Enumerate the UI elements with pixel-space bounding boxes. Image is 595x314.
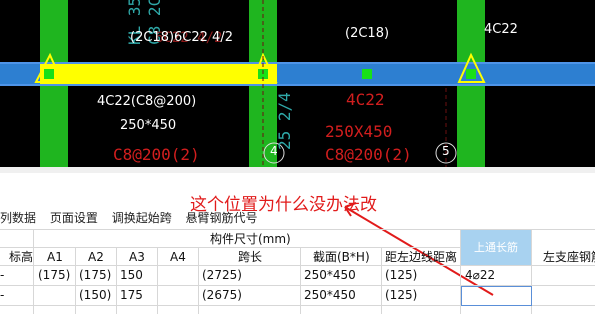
- mid-stirrup-label: C8@200(2): [325, 145, 412, 164]
- header-elevation: 标高: [8, 250, 33, 264]
- rotated-text-mid: 25 2/4: [275, 92, 294, 150]
- cell-elevation[interactable]: -: [0, 285, 4, 305]
- axis-label-5: 5: [442, 144, 450, 158]
- table-toolbar: 列数据 页面设置 调换起始跨 悬臂钢筋代号: [0, 209, 268, 229]
- cell-left-distance[interactable]: (125): [385, 285, 417, 305]
- grid-line: [157, 247, 158, 314]
- grid-line: [198, 247, 199, 314]
- grip-point-4[interactable]: [466, 69, 476, 79]
- mid-section-label: 250X450: [325, 122, 393, 141]
- cell-a2[interactable]: (150): [79, 285, 111, 305]
- header-a1: A1: [47, 250, 63, 264]
- header-left-support-bar: 左支座钢筋: [543, 250, 595, 264]
- active-cell-cursor[interactable]: [461, 286, 532, 306]
- cell-a2[interactable]: (175): [79, 265, 111, 285]
- left-stirrup-label: C8@200(2): [113, 145, 200, 164]
- header-left-distance: 距左边线距离: [385, 250, 458, 264]
- left-rebar-label: 4C22(C8@200): [97, 94, 197, 109]
- cad-viewport[interactable]: 25 2/4 KL 35 C8 2C 6C22 4/2 (2C18)6C22 4…: [0, 0, 595, 167]
- toolbar-page-setup[interactable]: 页面设置: [50, 209, 98, 226]
- cell-a3[interactable]: 175: [120, 285, 143, 305]
- cell-top-continuous-bar[interactable]: 4⌀22: [465, 265, 495, 285]
- cell-left-distance[interactable]: (125): [385, 265, 417, 285]
- header-section: 截面(B*H): [313, 250, 370, 264]
- cell-a1[interactable]: (175): [38, 265, 70, 285]
- grid-line: [33, 229, 34, 314]
- cell-elevation[interactable]: -: [0, 265, 4, 285]
- toolbar-cantilever-code[interactable]: 悬臂钢筋代号: [186, 209, 258, 226]
- cell-span-length[interactable]: (2725): [202, 265, 242, 285]
- grid-line: [300, 247, 301, 314]
- cell-span-length[interactable]: (2675): [202, 285, 242, 305]
- beam-label-left: (2C18)6C22 4/2: [130, 30, 233, 45]
- grip-point-3[interactable]: [362, 69, 372, 79]
- toolbar-column-data[interactable]: 列数据: [0, 209, 36, 226]
- cell-section[interactable]: 250*450: [304, 265, 356, 285]
- cell-a3[interactable]: 150: [120, 265, 143, 285]
- toolbar-swap-start-span[interactable]: 调换起始跨: [112, 209, 172, 226]
- grid-line: [116, 247, 117, 314]
- beam-label-right: 4C22: [484, 22, 518, 37]
- grid-line: [75, 247, 76, 314]
- header-a4: A4: [170, 250, 186, 264]
- group-header-dimensions: 构件尺寸(mm): [210, 232, 291, 246]
- header-top-continuous-bar[interactable]: 上通长筋: [461, 230, 531, 265]
- header-a2: A2: [88, 250, 104, 264]
- mid-rebar-label: 4C22: [346, 90, 385, 109]
- beam-label-mid: (2C18): [345, 26, 390, 41]
- grid-line: [381, 247, 382, 314]
- header-a3: A3: [129, 250, 145, 264]
- table-panel: 这个位置为什么没办法改 列数据 页面设置 调换起始跨 悬臂钢筋代号 构件尺寸(m…: [0, 167, 595, 314]
- axis-label-4: 4: [270, 144, 278, 158]
- header-span-length: 跨长: [238, 250, 263, 264]
- beam-yellow[interactable]: [40, 64, 277, 84]
- cell-section[interactable]: 250*450: [304, 285, 356, 305]
- grip-point-1[interactable]: [44, 69, 54, 79]
- left-section-label: 250*450: [120, 118, 177, 133]
